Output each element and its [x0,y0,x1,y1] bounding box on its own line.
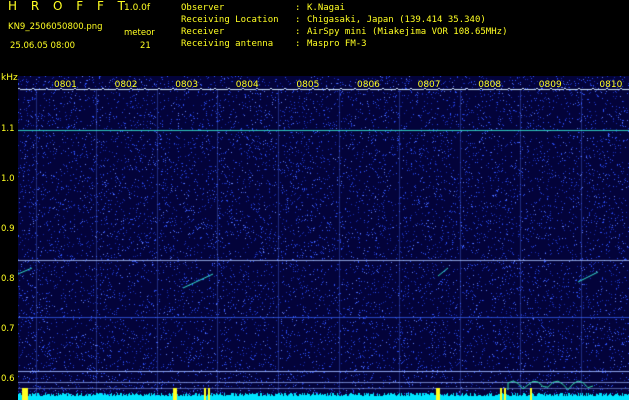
time-label: 0803 [175,80,199,90]
time-label: 0807 [417,80,441,90]
meteor-label: meteor [124,28,155,38]
time-label: 0809 [538,80,562,90]
meteor-count: 21 [140,41,151,51]
time-label: 0802 [114,80,138,90]
axis-unit: kHz [1,73,18,83]
time-label: 0805 [296,80,320,90]
y-tick-label: 0.8 [1,274,15,284]
y-tick-label: 0.7 [1,324,15,334]
time-label: 0808 [478,80,502,90]
observer-value: K.Nagai [307,3,345,13]
version-label: 1.0.0f [124,3,151,13]
info-colon: : [295,39,301,49]
header-panel: H R O F F T 1.0.0f KN9_2506050800.png 25… [0,0,629,75]
app-title: H R O F F T [8,0,131,13]
receiver-label: Receiver [181,27,225,37]
location-value: Chigasaki, Japan (139.414 35.340) [307,15,486,25]
file-name: KN9_2506050800.png [8,22,103,32]
info-colon: : [295,3,301,13]
receiver-value: AirSpy mini (Miakejima VOR 108.65MHz) [307,27,508,37]
location-label: Receiving Location [181,15,279,25]
y-tick-label: 0.9 [1,224,15,234]
time-label: 0804 [235,80,259,90]
time-label: 0810 [599,80,623,90]
y-tick-label: 1.1 [1,124,15,134]
observer-label: Observer [181,3,225,13]
antenna-value: Maspro FM-3 [307,39,367,49]
antenna-label: Receiving antenna [181,39,274,49]
y-tick-label: 0.6 [1,374,15,384]
capture-datetime: 25.06.05 08:00 [10,41,76,51]
time-label: 0806 [357,80,380,90]
info-colon: : [295,27,301,37]
time-label: 0801 [54,80,77,90]
spectrogram[interactable] [18,76,629,400]
y-tick-label: 1.0 [1,174,15,184]
info-colon: : [295,15,301,25]
